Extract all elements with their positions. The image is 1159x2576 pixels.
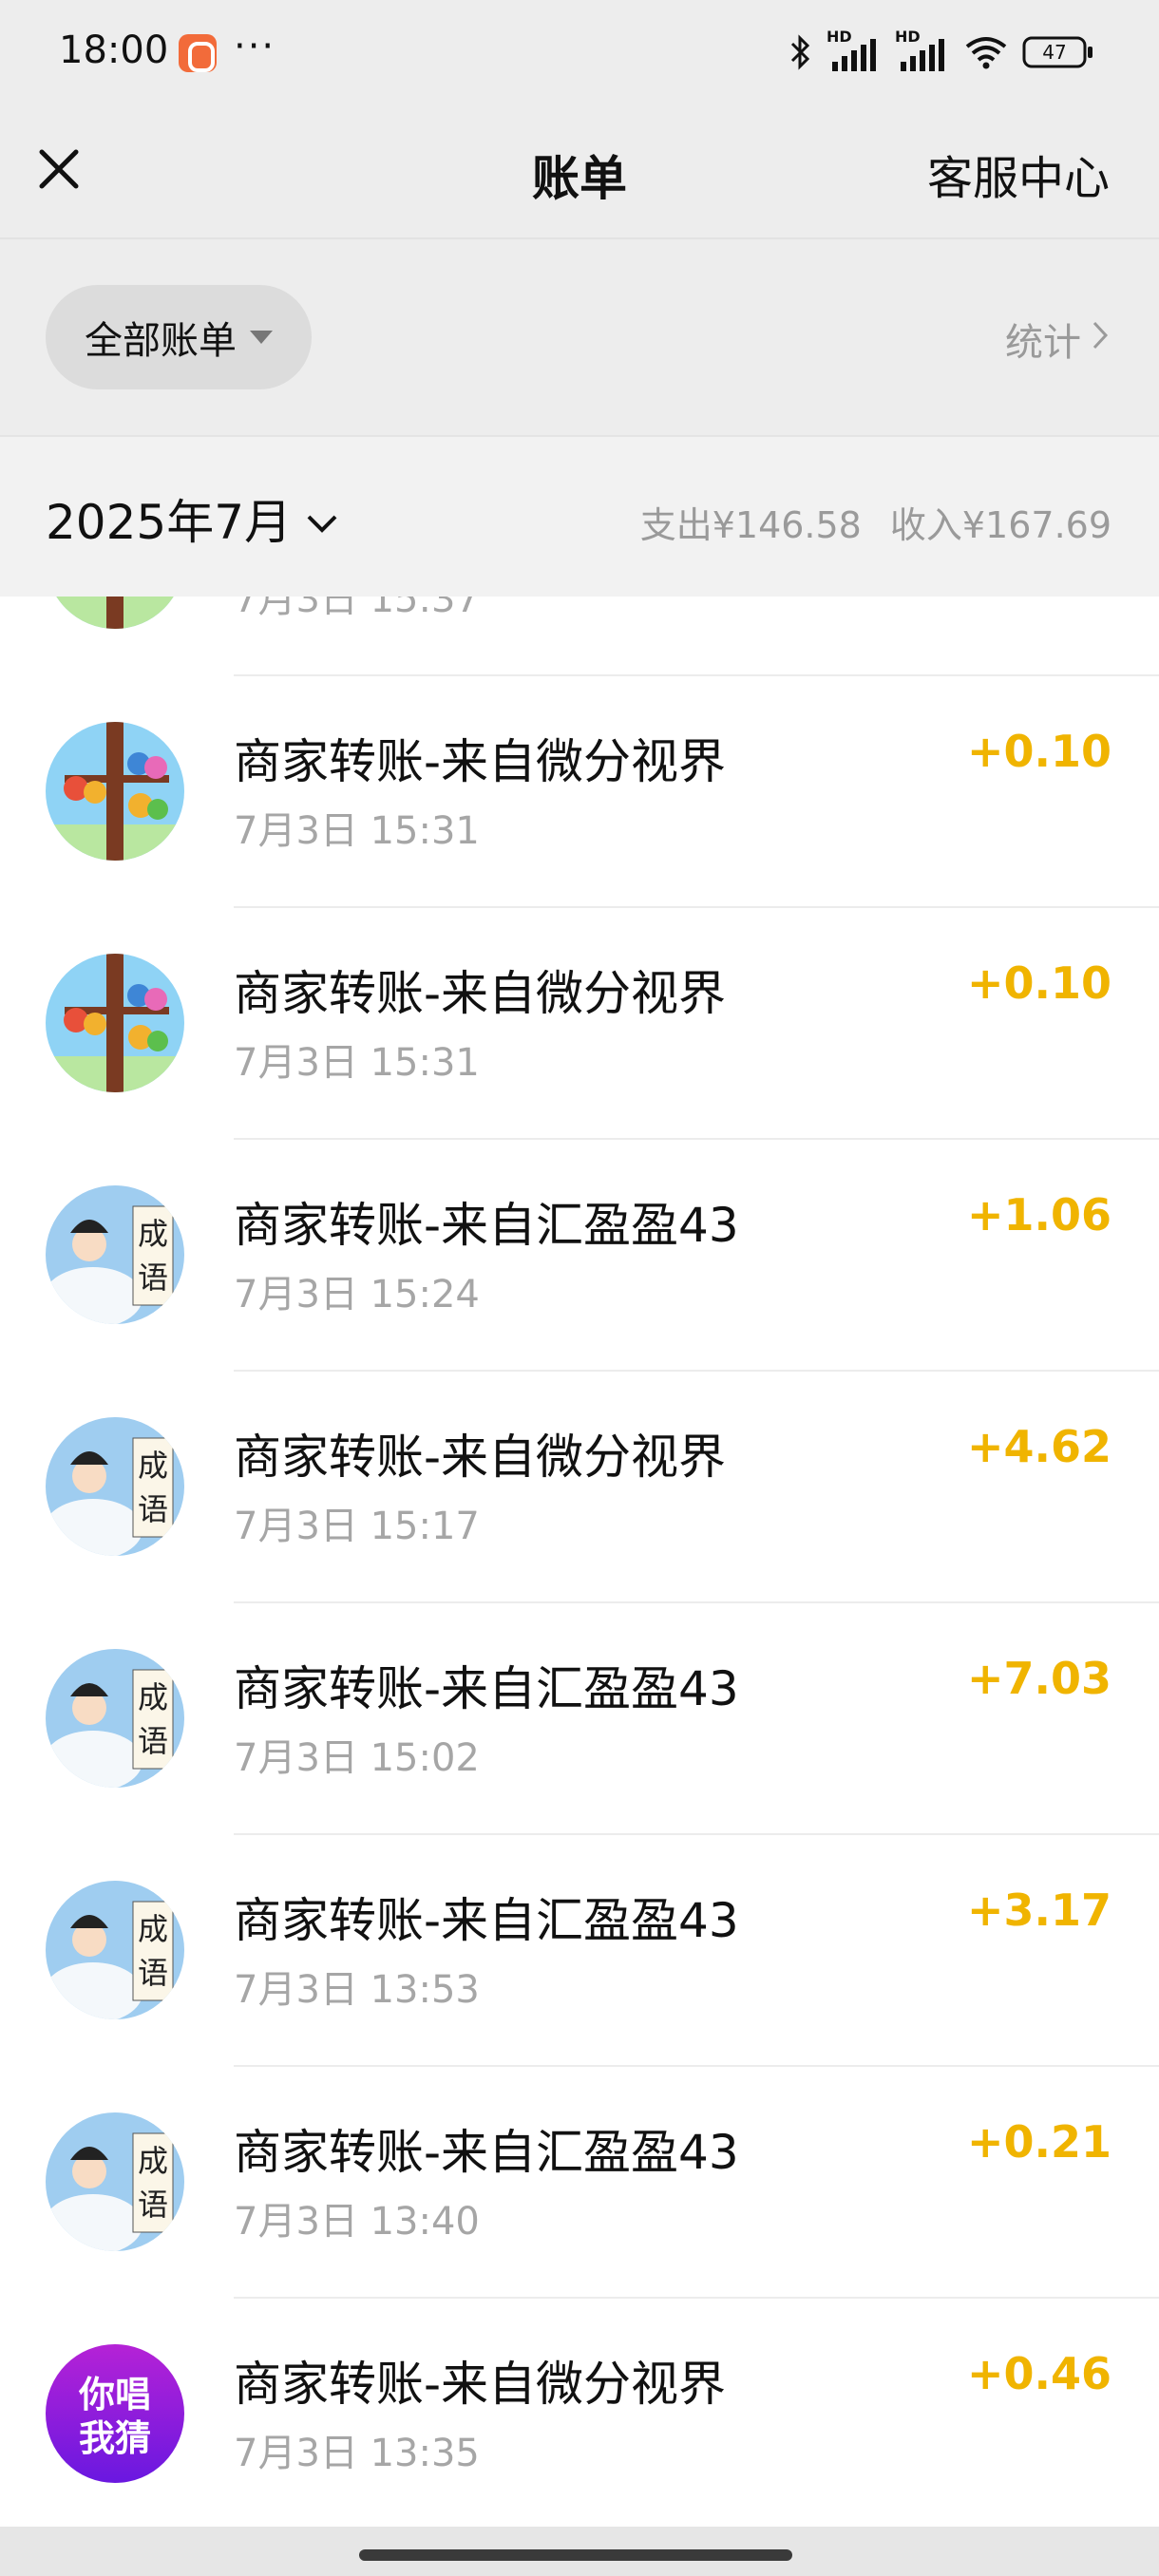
idiom-scholar-avatar: 成 语 bbox=[46, 1185, 184, 1324]
close-icon[interactable] bbox=[28, 139, 89, 199]
avatar-char-2: 语 bbox=[138, 2187, 168, 2223]
avatar-char-2: 语 bbox=[138, 1955, 168, 1991]
avatar-char-1: 成 bbox=[138, 1216, 168, 1252]
transaction-row[interactable]: 商家转账-来自微分视界 7月3日 15:31 +0.10 bbox=[0, 908, 1159, 1140]
transaction-list[interactable]: 7月3日 15:37 商家转账-来自微分视界 7月3日 15:31 +0.10 bbox=[0, 597, 1159, 2527]
home-indicator[interactable] bbox=[359, 2549, 792, 2561]
month-totals: 支出¥146.58 收入¥167.69 bbox=[640, 496, 1112, 548]
idiom-scholar-avatar: 成 语 bbox=[46, 2112, 184, 2251]
transaction-amount: +7.03 bbox=[966, 1653, 1112, 1704]
avatar-char-1: 成 bbox=[138, 1448, 168, 1484]
chevron-right-icon bbox=[1091, 317, 1110, 361]
transaction-amount: +0.10 bbox=[966, 957, 1112, 1009]
month-selector[interactable]: 2025年7月 bbox=[46, 484, 339, 553]
transaction-title: 商家转账-来自微分视界 bbox=[234, 1430, 727, 1485]
dropdown-caret-icon bbox=[250, 331, 273, 344]
idiom-scholar-avatar: 成 语 bbox=[46, 1881, 184, 2019]
month-summary-bar: 2025年7月 支出¥146.58 收入¥167.69 bbox=[0, 435, 1159, 597]
transaction-title: 商家转账-来自微分视界 bbox=[234, 734, 727, 789]
avatar-char-1: 成 bbox=[138, 1679, 168, 1715]
transaction-row[interactable]: 你唱 我猜 商家转账-来自微分视界 7月3日 13:35 +0.46 bbox=[0, 2299, 1159, 2527]
avatar-char-2: 语 bbox=[138, 1260, 168, 1296]
avatar-char-2: 语 bbox=[138, 1723, 168, 1759]
transaction-title: 商家转账-来自汇盈盈43 bbox=[234, 1661, 739, 1716]
transaction-amount: +0.10 bbox=[966, 726, 1112, 777]
camera-app-icon bbox=[179, 34, 217, 72]
transaction-row[interactable]: 成 语 商家转账-来自微分视界 7月3日 15:17 +4.62 bbox=[0, 1372, 1159, 1603]
signal-icon-2: HD bbox=[895, 28, 950, 73]
transaction-time: 7月3日 15:02 bbox=[234, 1736, 480, 1780]
more-notifications-icon: ··· bbox=[234, 25, 276, 68]
statistics-label: 统计 bbox=[1005, 321, 1081, 365]
avatar-char-1: 成 bbox=[138, 1911, 168, 1947]
transaction-amount: +0.46 bbox=[966, 2348, 1112, 2399]
transaction-amount: +3.17 bbox=[966, 1885, 1112, 1936]
transaction-time: 7月3日 13:40 bbox=[234, 2200, 480, 2244]
transaction-time: 7月3日 13:53 bbox=[234, 1968, 480, 2012]
transaction-time: 7月3日 15:24 bbox=[234, 1273, 480, 1316]
bill-type-filter-label: 全部账单 bbox=[85, 319, 237, 363]
avatar-char-1: 成 bbox=[138, 2143, 168, 2179]
transaction-time: 7月3日 15:37 bbox=[234, 597, 480, 621]
bluetooth-icon bbox=[788, 33, 813, 71]
avatar-line-1: 你唱 bbox=[78, 2374, 151, 2415]
transaction-amount: +4.62 bbox=[966, 1421, 1112, 1472]
transaction-title: 商家转账-来自汇盈盈43 bbox=[234, 1893, 739, 1948]
filter-bar: 全部账单 统计 bbox=[0, 237, 1159, 435]
transaction-title: 商家转账-来自汇盈盈43 bbox=[234, 1198, 739, 1253]
idiom-scholar-avatar: 成 语 bbox=[46, 1417, 184, 1556]
birds-avatar bbox=[46, 722, 184, 861]
month-label: 2025年7月 bbox=[46, 495, 293, 550]
transaction-row[interactable]: 成 语 商家转账-来自汇盈盈43 7月3日 13:53 +3.17 bbox=[0, 1835, 1159, 2067]
transaction-title: 商家转账-来自微分视界 bbox=[234, 966, 727, 1021]
transaction-row[interactable]: 成 语 商家转账-来自汇盈盈43 7月3日 15:24 +1.06 bbox=[0, 1140, 1159, 1372]
guess-song-avatar: 你唱 我猜 bbox=[46, 2344, 184, 2483]
birds-avatar bbox=[46, 954, 184, 1092]
transaction-time: 7月3日 15:31 bbox=[234, 1041, 480, 1085]
transaction-row[interactable]: 商家转账-来自微分视界 7月3日 15:31 +0.10 bbox=[0, 676, 1159, 908]
statistics-link[interactable]: 统计 bbox=[1005, 312, 1110, 367]
month-income: 收入¥167.69 bbox=[889, 504, 1112, 546]
transaction-time: 7月3日 15:17 bbox=[234, 1505, 480, 1548]
transaction-amount: +1.06 bbox=[966, 1189, 1112, 1241]
transaction-time: 7月3日 15:31 bbox=[234, 809, 480, 853]
bill-type-filter-button[interactable]: 全部账单 bbox=[46, 285, 312, 389]
transaction-row[interactable]: 7月3日 15:37 bbox=[0, 597, 1159, 676]
avatar-char-2: 语 bbox=[138, 1491, 168, 1527]
birds-avatar bbox=[46, 597, 184, 629]
transaction-title: 商家转账-来自汇盈盈43 bbox=[234, 2125, 739, 2180]
status-time: 18:00 bbox=[59, 28, 169, 72]
signal-icon-1: HD bbox=[826, 28, 882, 73]
transaction-row[interactable]: 成 语 商家转账-来自汇盈盈43 7月3日 13:40 +0.21 bbox=[0, 2067, 1159, 2299]
navigation-bar: 账单 客服中心 bbox=[0, 104, 1159, 237]
battery-level: 47 bbox=[1042, 41, 1067, 64]
transaction-amount: +0.21 bbox=[966, 2116, 1112, 2168]
month-expense: 支出¥146.58 bbox=[639, 504, 862, 546]
chevron-down-icon bbox=[305, 491, 339, 546]
home-indicator-area bbox=[0, 2527, 1159, 2576]
status-bar: 18:00 ··· HD HD 47 bbox=[0, 0, 1159, 104]
wifi-icon bbox=[963, 33, 1009, 71]
transaction-time: 7月3日 13:35 bbox=[234, 2432, 480, 2475]
status-icons: HD HD 47 bbox=[788, 28, 1094, 76]
customer-service-link[interactable]: 客服中心 bbox=[927, 141, 1110, 207]
avatar-line-2: 我猜 bbox=[79, 2417, 151, 2459]
idiom-scholar-avatar: 成 语 bbox=[46, 1649, 184, 1788]
transaction-row[interactable]: 成 语 商家转账-来自汇盈盈43 7月3日 15:02 +7.03 bbox=[0, 1603, 1159, 1835]
battery-icon: 47 bbox=[1022, 36, 1094, 68]
transaction-title: 商家转账-来自微分视界 bbox=[234, 2357, 727, 2412]
